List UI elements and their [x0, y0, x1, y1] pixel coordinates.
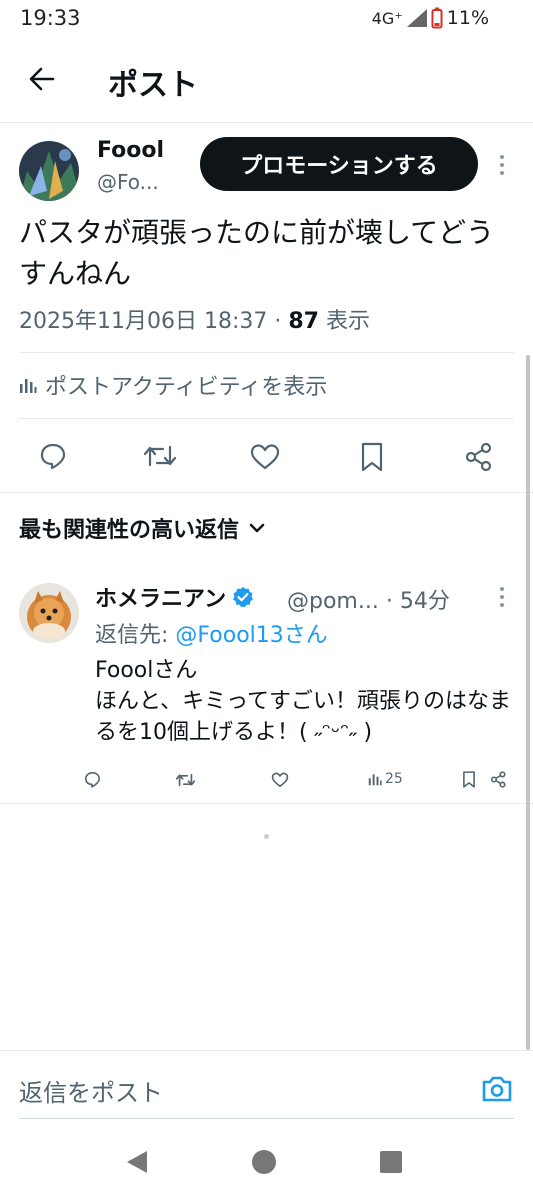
- bar-chart-icon: [20, 379, 37, 393]
- scrollbar[interactable]: [526, 355, 530, 1050]
- divider: [19, 418, 514, 419]
- reply-to-handle[interactable]: @Foool13さん: [175, 623, 327, 648]
- reply-text-line: ほんと、キミってすごい！頑張りのはなまるを10個上げるよ！( ˶ᵔᵕᵔ˶ ): [95, 689, 512, 745]
- share-icon[interactable]: [490, 771, 507, 788]
- repost-icon[interactable]: [144, 443, 176, 469]
- view-label: 表示: [326, 309, 371, 334]
- network-type: 4G⁺: [371, 8, 403, 28]
- reply-to-line: 返信先: @Foool13さん: [95, 617, 328, 649]
- more-vertical-icon[interactable]: [500, 155, 504, 175]
- meta-separator: ·: [274, 309, 282, 334]
- heart-icon[interactable]: [271, 772, 289, 788]
- reply-text: Fooolさん ほんと、キミってすごい！頑張りのはなまるを10個上げるよ！( ˶…: [95, 655, 515, 748]
- sort-label: 最も関連性の高い返信: [19, 518, 240, 543]
- post-meta: 2025年11月06日 18:37 · 87 表示: [19, 303, 370, 335]
- reply-handle-time: @pom... · 54分: [287, 583, 450, 615]
- nav-back-icon[interactable]: [125, 1149, 149, 1175]
- verified-badge-icon: [233, 587, 254, 608]
- post-activity-link[interactable]: ポストアクティビティを表示: [19, 369, 327, 401]
- bookmark-icon[interactable]: [462, 771, 476, 788]
- author-name[interactable]: Foool: [97, 138, 164, 163]
- author-avatar[interactable]: [19, 141, 79, 201]
- replies-sort-dropdown[interactable]: 最も関連性の高い返信: [19, 512, 265, 544]
- reply-handle: @pom...: [287, 589, 379, 614]
- status-time: 19:33: [20, 6, 81, 30]
- reply-icon[interactable]: [39, 442, 67, 470]
- share-icon[interactable]: [464, 442, 494, 472]
- reply-author-name: ホメラニアン: [95, 587, 227, 612]
- reply-avatar[interactable]: [19, 583, 79, 643]
- activity-label: ポストアクティビティを表示: [45, 375, 328, 400]
- divider: [19, 352, 514, 353]
- repost-icon[interactable]: [176, 772, 195, 788]
- nav-home-icon[interactable]: [251, 1149, 277, 1175]
- status-bar: 19:33 4G⁺ 11%: [0, 0, 533, 36]
- reply-to-prefix: 返信先:: [95, 623, 176, 648]
- reply-author[interactable]: ホメラニアン: [95, 581, 254, 613]
- divider: [19, 1118, 514, 1119]
- reply-input[interactable]: 返信をポスト: [19, 1073, 163, 1108]
- divider: [0, 803, 533, 804]
- post-text: パスタが頑張ったのに前が壊してどうすんねん: [19, 216, 495, 290]
- reply-analytics[interactable]: 25: [368, 771, 403, 787]
- chevron-down-icon: [249, 523, 265, 533]
- divider: [0, 492, 533, 493]
- camera-icon[interactable]: [481, 1075, 513, 1103]
- reply-text-line: Fooolさん: [95, 658, 198, 683]
- battery-icon: [431, 7, 443, 29]
- bookmark-icon[interactable]: [360, 442, 384, 472]
- battery-percent: 11%: [446, 7, 489, 29]
- promote-button[interactable]: プロモーションする: [200, 137, 478, 191]
- signal-icon: [406, 9, 427, 27]
- view-count: 87: [288, 309, 319, 334]
- reply-view-count: 25: [385, 771, 403, 787]
- status-indicators: 4G⁺ 11%: [372, 7, 489, 29]
- heart-icon[interactable]: [250, 443, 280, 471]
- arrow-left-icon[interactable]: [28, 65, 56, 93]
- reply-time: · 54分: [385, 589, 450, 614]
- page-title: ポスト: [108, 68, 198, 103]
- reply-icon[interactable]: [84, 771, 101, 788]
- author-handle[interactable]: @Fo...: [97, 170, 159, 194]
- more-vertical-icon[interactable]: [500, 587, 504, 607]
- bar-chart-icon: [368, 774, 382, 786]
- post-timestamp: 2025年11月06日 18:37: [19, 309, 268, 334]
- app-header: [0, 36, 533, 123]
- loading-indicator: [264, 834, 269, 839]
- nav-recents-icon[interactable]: [380, 1151, 402, 1173]
